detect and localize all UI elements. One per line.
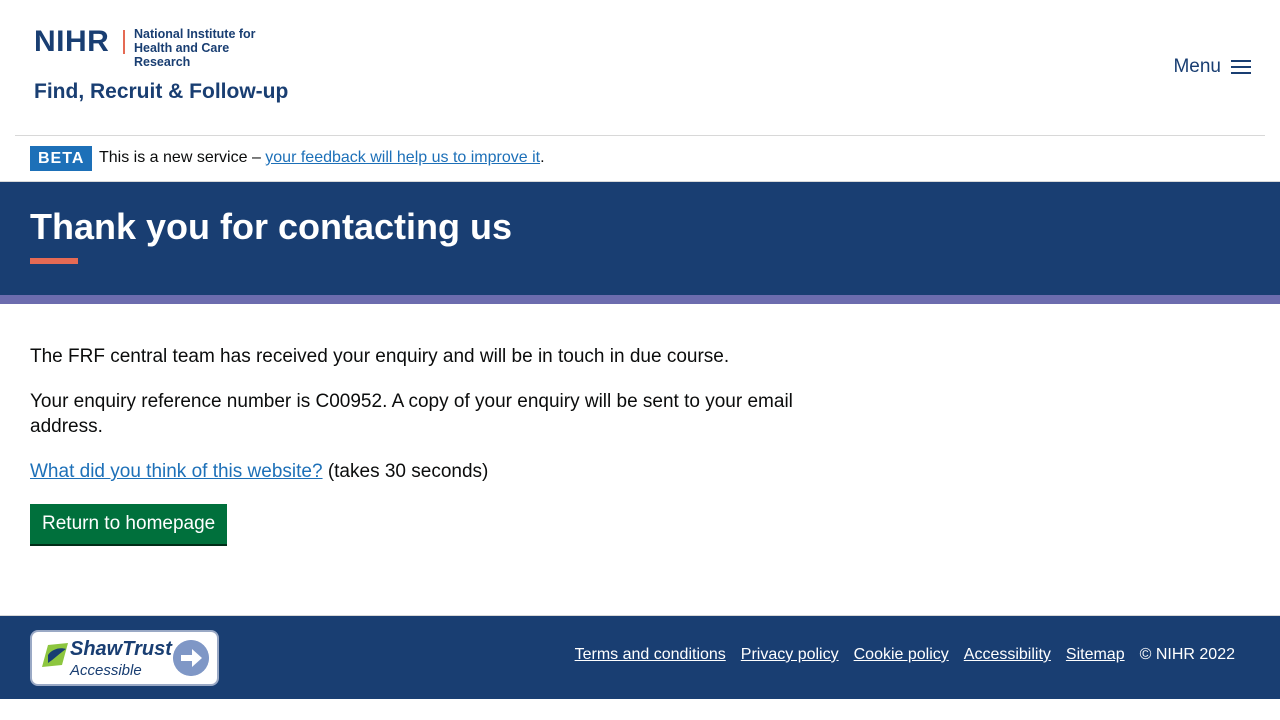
menu-label: Menu bbox=[1173, 56, 1221, 77]
footer-link-sitemap[interactable]: Sitemap bbox=[1066, 645, 1125, 665]
title-stripe bbox=[0, 295, 1280, 304]
logo-institute: National Institute for Health and Care R… bbox=[134, 27, 284, 69]
menu-button[interactable]: Menu bbox=[1173, 56, 1251, 78]
title-underline bbox=[30, 258, 78, 264]
reference-text: Your enquiry reference number is C00952.… bbox=[30, 391, 793, 437]
feedback-link[interactable]: your feedback will help us to improve it bbox=[265, 149, 540, 166]
beta-suffix: . bbox=[540, 149, 545, 166]
beta-text: This is a new service – your feedback wi… bbox=[99, 148, 545, 168]
main-content: The FRF central team has received your e… bbox=[30, 344, 830, 544]
survey-suffix: (takes 30 seconds) bbox=[322, 461, 489, 482]
beta-banner: BETA This is a new service – your feedba… bbox=[0, 136, 1280, 182]
logo-divider bbox=[123, 30, 125, 54]
hamburger-icon bbox=[1231, 59, 1251, 75]
footer-link-accessibility[interactable]: Accessibility bbox=[964, 645, 1051, 665]
shaw-trust-badge[interactable]: ShawTrust Accessible bbox=[30, 630, 219, 686]
footer-link-privacy[interactable]: Privacy policy bbox=[741, 645, 839, 665]
beta-message: This is a new service – bbox=[99, 149, 266, 166]
survey-paragraph: What did you think of this website? (tak… bbox=[30, 459, 830, 484]
confirmation-text: The FRF central team has received your e… bbox=[30, 346, 730, 367]
return-home-button[interactable]: Return to homepage bbox=[30, 504, 228, 544]
page-title: Thank you for contacting us bbox=[30, 206, 513, 247]
badge-title: ShawTrust bbox=[70, 638, 172, 660]
survey-link[interactable]: What did you think of this website? bbox=[30, 461, 323, 482]
logo-inst-line1: National Institute for bbox=[134, 27, 256, 41]
footer-nav: Terms and conditions Privacy policy Cook… bbox=[575, 645, 1235, 665]
arrow-right-icon bbox=[173, 640, 209, 676]
footer-link-cookies[interactable]: Cookie policy bbox=[854, 645, 949, 665]
footer-link-terms[interactable]: Terms and conditions bbox=[575, 645, 726, 665]
site-footer: ShawTrust Accessible Terms and condition… bbox=[0, 615, 1280, 699]
service-name: Find, Recruit & Follow-up bbox=[34, 80, 289, 103]
copyright: © NIHR 2022 bbox=[1139, 646, 1235, 663]
site-header: NIHR National Institute for Health and C… bbox=[15, 0, 1265, 136]
beta-tag: BETA bbox=[30, 146, 93, 171]
shaw-trust-leaf-icon bbox=[42, 643, 68, 667]
badge-subtitle: Accessible bbox=[70, 662, 142, 679]
logo-inst-line2: Health and Care Research bbox=[134, 41, 230, 69]
logo-org: NIHR bbox=[34, 25, 110, 58]
page-title-band: Thank you for contacting us bbox=[0, 182, 1280, 295]
nihr-logo-link[interactable]: NIHR National Institute for Health and C… bbox=[34, 25, 288, 108]
